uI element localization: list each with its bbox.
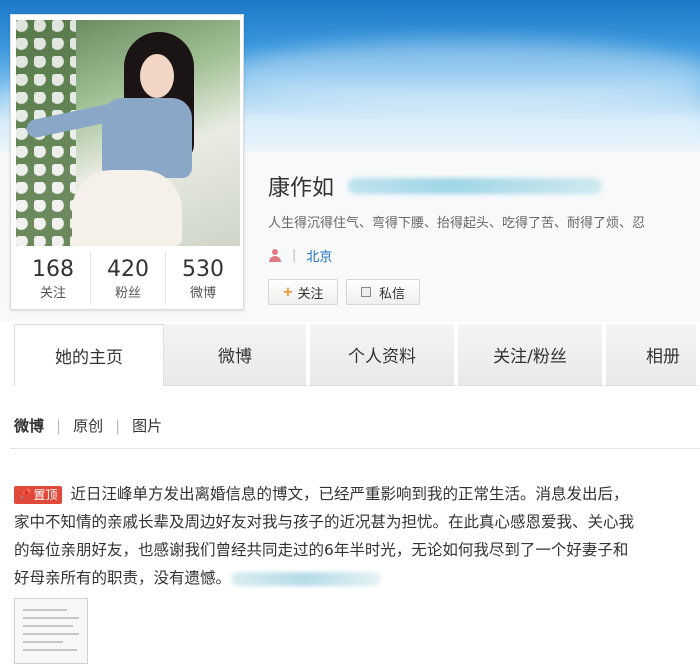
stat-posts[interactable]: 530 微博	[166, 251, 240, 305]
tab-follow-fans[interactable]: 关注/粉丝	[458, 324, 606, 386]
gender-female-icon	[268, 248, 282, 263]
stat-following-count: 168	[32, 257, 74, 282]
profile-stats: 168 关注 420 粉丝 530 微博	[16, 251, 240, 305]
profile-tabs: 她的主页 微博 个人资料 关注/粉丝 相册	[14, 324, 700, 386]
blurred-badge	[348, 178, 602, 194]
pinned-badge: 📌 置顶	[14, 486, 63, 504]
message-icon	[360, 287, 371, 297]
post-line: 好母亲所有的职责，没有遗憾。	[14, 564, 700, 592]
profile-location-row: | 北京	[268, 246, 332, 265]
tab-home[interactable]: 她的主页	[14, 324, 164, 386]
stat-following-label: 关注	[39, 286, 66, 301]
stat-followers-label: 粉丝	[114, 286, 141, 301]
filter-pictures[interactable]: 图片	[132, 415, 162, 436]
post-line: 的每位亲朋好友，也感谢我们曾经共同走过的6年半时光，无论如何我尽到了一个好妻子和	[14, 536, 700, 564]
post-text: 家中不知情的亲戚长辈及周边好友对我与孩子的近况甚为担忧。在此真心感恩爱我、关心我	[14, 513, 635, 531]
filter-all[interactable]: 微博	[14, 415, 44, 436]
pinned-badge-label: 置顶	[33, 488, 58, 502]
location-link[interactable]: 北京	[306, 246, 332, 265]
tab-profile-info[interactable]: 个人资料	[310, 324, 458, 386]
avatar[interactable]	[16, 20, 240, 246]
pin-icon: 📌	[19, 489, 32, 500]
stat-followers[interactable]: 420 粉丝	[91, 251, 166, 305]
message-button[interactable]: 私信	[346, 279, 420, 305]
stat-posts-count: 530	[182, 257, 224, 282]
divider: |	[115, 416, 121, 435]
feed-filter: 微博 | 原创 | 图片	[14, 415, 162, 436]
profile-name: 康作如	[268, 176, 335, 201]
stat-followers-count: 420	[107, 257, 149, 282]
blurred-text	[231, 571, 382, 586]
filter-original[interactable]: 原创	[73, 415, 103, 436]
message-button-label: 私信	[378, 286, 405, 302]
post-line: 家中不知情的亲戚长辈及周边好友对我与孩子的近况甚为担忧。在此真心感恩爱我、关心我	[14, 508, 700, 536]
stat-posts-label: 微博	[189, 286, 216, 301]
tab-albums[interactable]: 相册	[606, 324, 700, 386]
post-text: 好母亲所有的职责，没有遗憾。	[14, 569, 232, 587]
follow-button[interactable]: + 关注	[268, 279, 338, 305]
tab-weibo[interactable]: 微博	[164, 324, 310, 386]
pinned-post: 📌 置顶 近日汪峰单方发出离婚信息的博文，已经严重影响到我的正常生活。消息发出后， …	[14, 480, 700, 592]
profile-bio: 人生得沉得住气、弯得下腰、抬得起头、吃得了苦、耐得了烦、忍	[268, 216, 646, 231]
divider	[10, 448, 700, 449]
post-image-thumbnail[interactable]	[14, 598, 88, 664]
divider: |	[292, 248, 297, 263]
post-text: 近日汪峰单方发出离婚信息的博文，已经严重影响到我的正常生活。消息发出后，	[70, 485, 629, 503]
follow-button-label: 关注	[297, 286, 324, 302]
post-line: 📌 置顶 近日汪峰单方发出离婚信息的博文，已经严重影响到我的正常生活。消息发出后，	[14, 480, 700, 508]
post-text: 的每位亲朋好友，也感谢我们曾经共同走过的6年半时光，无论如何我尽到了一个好妻子和	[14, 541, 629, 559]
plus-icon: +	[282, 284, 294, 300]
avatar-card: 168 关注 420 粉丝 530 微博	[10, 14, 244, 310]
stat-following[interactable]: 168 关注	[16, 251, 91, 305]
divider: |	[56, 416, 62, 435]
